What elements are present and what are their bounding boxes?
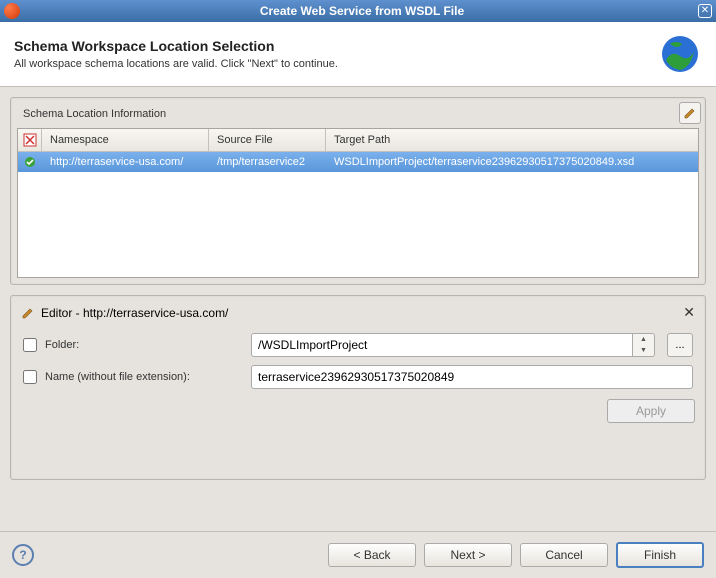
close-icon[interactable]: ✕ [698, 4, 712, 18]
name-row: Name (without file extension): [17, 361, 699, 393]
edit-schema-button[interactable] [679, 102, 701, 124]
pencil-icon [683, 106, 697, 120]
help-button[interactable]: ? [12, 544, 34, 566]
name-input[interactable] [251, 365, 693, 389]
col-source-file[interactable]: Source File [209, 129, 326, 151]
folder-checkbox[interactable] [23, 338, 37, 352]
folder-row: Folder: ▲▼ ... [17, 329, 699, 361]
app-icon [4, 3, 20, 19]
window-title: Create Web Service from WSDL File [26, 4, 698, 18]
col-namespace[interactable]: Namespace [42, 129, 209, 151]
cell-namespace: http://terraservice-usa.com/ [42, 154, 209, 170]
schema-panel-title: Schema Location Information [17, 104, 699, 128]
page-title: Schema Workspace Location Selection [14, 38, 658, 54]
editor-close-icon[interactable]: ✕ [683, 304, 695, 321]
wizard-header: Schema Workspace Location Selection All … [0, 22, 716, 87]
pencil-icon [21, 306, 35, 320]
status-column-icon [18, 129, 42, 151]
folder-label: Folder: [45, 339, 243, 351]
schema-location-panel: Schema Location Information Namespace So… [10, 97, 706, 285]
finish-button[interactable]: Finish [616, 542, 704, 568]
editor-title: Editor - http://terraservice-usa.com/ [41, 306, 228, 320]
table-row[interactable]: http://terraservice-usa.com/ /tmp/terras… [18, 152, 698, 172]
editor-panel: Editor - http://terraservice-usa.com/ ✕ … [10, 295, 706, 480]
globe-icon [658, 32, 702, 76]
browse-button[interactable]: ... [667, 333, 693, 357]
cancel-button[interactable]: Cancel [520, 543, 608, 567]
folder-stepper[interactable]: ▲▼ [633, 333, 655, 357]
row-status-icon [18, 156, 42, 168]
next-button[interactable]: Next > [424, 543, 512, 567]
name-checkbox[interactable] [23, 370, 37, 384]
cell-source-file: /tmp/terraservice2 [209, 154, 326, 170]
back-button[interactable]: < Back [328, 543, 416, 567]
table-header: Namespace Source File Target Path [18, 129, 698, 152]
wizard-footer: ? < Back Next > Cancel Finish [0, 531, 716, 578]
col-target-path[interactable]: Target Path [326, 129, 698, 151]
apply-button: Apply [607, 399, 695, 423]
name-label: Name (without file extension): [45, 371, 243, 383]
schema-table[interactable]: Namespace Source File Target Path http:/… [17, 128, 699, 278]
folder-input[interactable] [251, 333, 633, 357]
page-subtitle: All workspace schema locations are valid… [14, 58, 658, 70]
titlebar: Create Web Service from WSDL File ✕ [0, 0, 716, 22]
cell-target-path: WSDLImportProject/terraservice2396293051… [326, 154, 698, 170]
